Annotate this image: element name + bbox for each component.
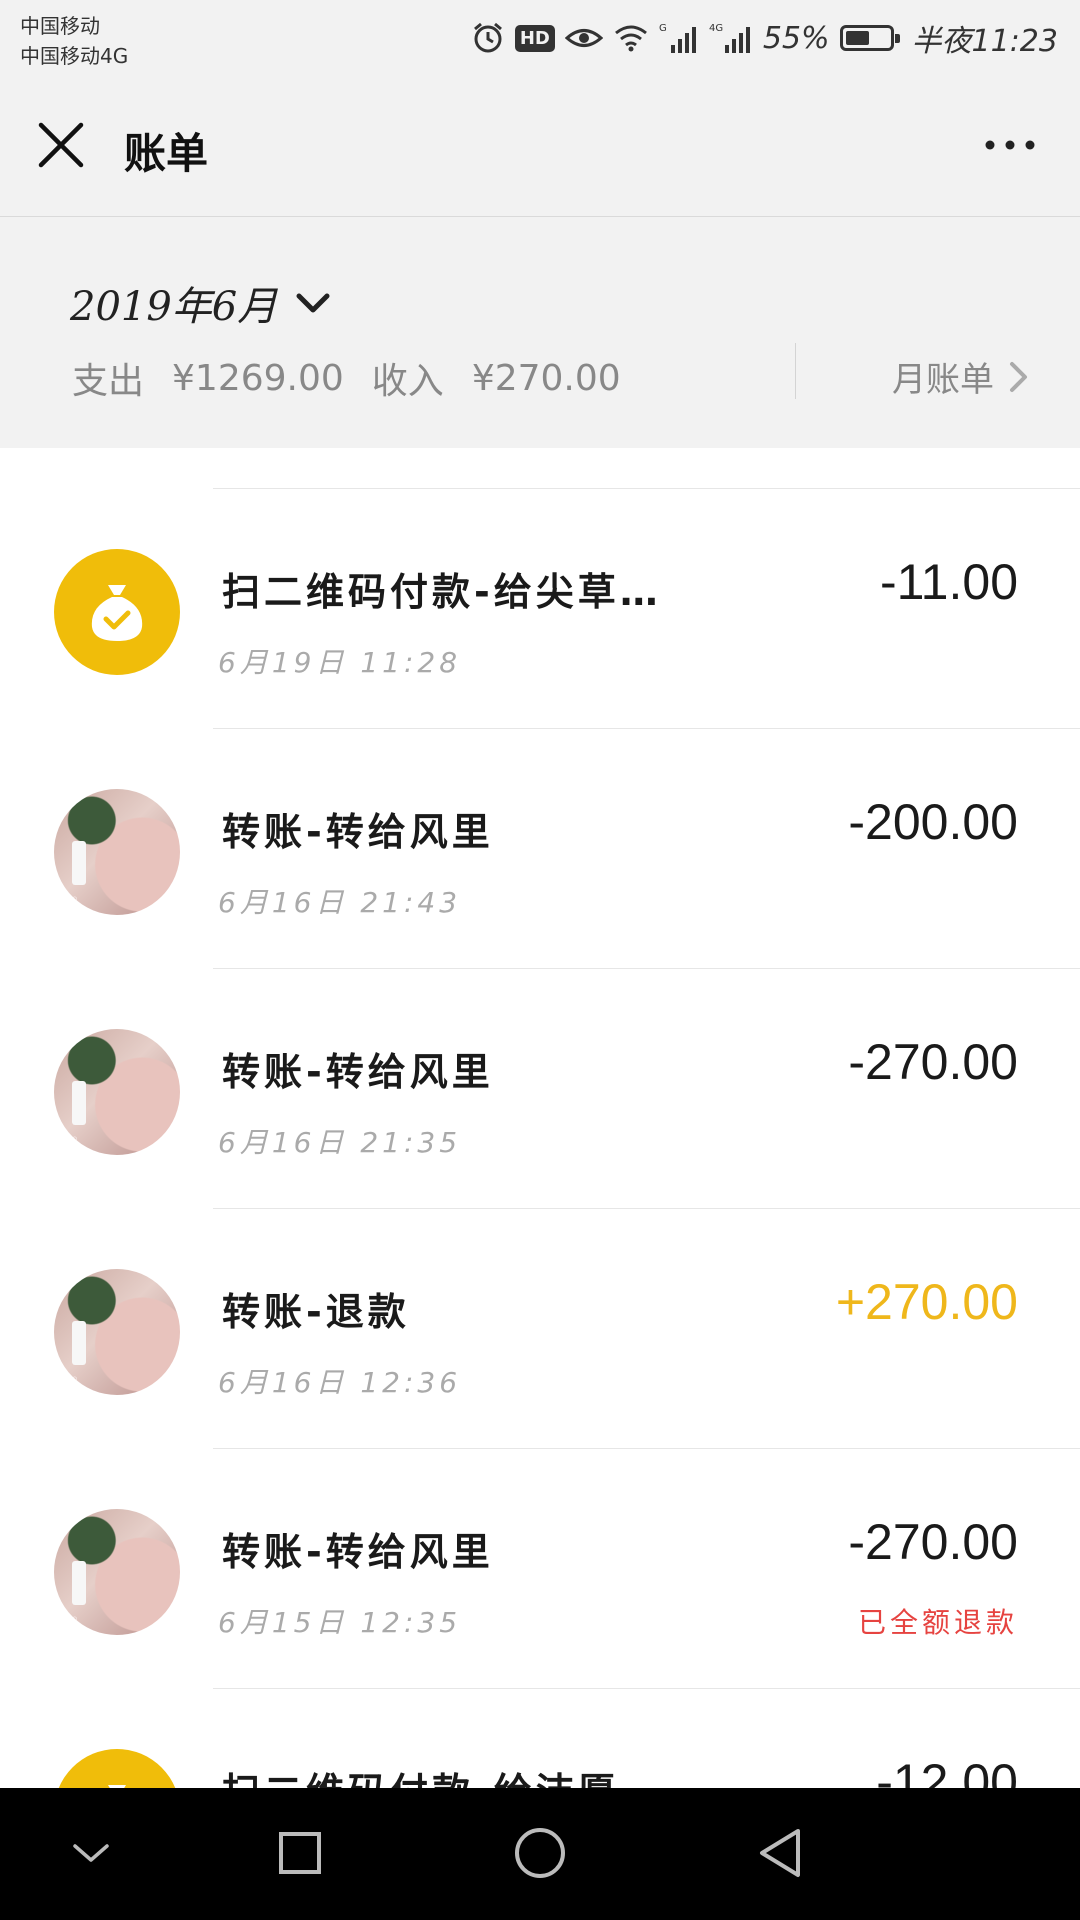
month-label: 2019年6月 <box>70 284 278 330</box>
wifi-icon <box>613 23 649 53</box>
chevron-down-icon <box>296 293 330 313</box>
transaction-time: 6月16日 12:36 <box>218 1366 462 1399</box>
more-button[interactable] <box>980 130 1040 160</box>
transaction-title: 转账-退款 <box>222 1290 410 1334</box>
transaction-title: 转账-转给风里 <box>222 1050 494 1094</box>
refund-status-note: 已全额退款 <box>857 1606 1018 1639</box>
transaction-amount: -11.00 <box>879 554 1018 610</box>
chevron-down-icon <box>73 1844 109 1862</box>
transaction-title: 转账-转给风里 <box>222 1530 494 1574</box>
transaction-title: 转账-转给风里 <box>222 810 494 854</box>
status-icons: HD G 4G 55% 半夜11:23 <box>471 16 1058 60</box>
income-label: 收入 <box>371 361 444 402</box>
transaction-row[interactable]: ◦ 转账-转给风里 6月16日 21:43 -200.00 <box>0 729 1080 969</box>
month-summary: 2019年6月 支出 ¥1269.00 收入 ¥270.00 月账单 <box>0 218 1080 448</box>
transaction-amount: +270.00 <box>835 1274 1018 1330</box>
transaction-list: 扫二维码付款-给尖草… 6月19日 11:28 -11.00 ◦ 转账-转给风里 6月16… <box>0 448 1080 1788</box>
carrier-primary: 中国移动 <box>20 14 100 38</box>
qr-payment-avatar <box>54 1749 180 1788</box>
transaction-amount: -200.00 <box>848 794 1018 850</box>
transaction-time: 6月16日 21:43 <box>218 886 462 919</box>
alarm-icon <box>471 21 505 55</box>
transaction-time: 6月15日 12:35 <box>218 1606 462 1639</box>
contact-avatar: ◦ <box>54 1269 180 1395</box>
triangle-back-icon <box>760 1829 800 1877</box>
transaction-time: 6月16日 21:35 <box>218 1126 462 1159</box>
contact-avatar: ◦ <box>54 789 180 915</box>
expense-label: 支出 <box>72 361 145 402</box>
clock: 半夜11:23 <box>911 24 1058 59</box>
summary-stats: 支出 ¥1269.00 收入 ¥270.00 <box>72 352 621 404</box>
page-title: 账单 <box>124 129 209 178</box>
transaction-row[interactable]: 扫二维码付款-给洁愿… -12.00 <box>0 1689 1080 1788</box>
money-bag-icon <box>91 585 143 641</box>
contact-avatar: ◦ <box>54 1509 180 1635</box>
transaction-title: 扫二维码付款-给洁愿… <box>222 1761 662 1788</box>
battery-percent: 55% <box>762 20 830 56</box>
close-icon <box>38 122 84 168</box>
transaction-row[interactable]: ◦ 转账-退款 6月16日 12:36 +270.00 <box>0 1209 1080 1449</box>
close-button[interactable] <box>36 120 86 170</box>
transaction-row[interactable]: ◦ 转账-转给风里 6月15日 12:35 -270.00 已全额退款 <box>0 1449 1080 1689</box>
transaction-time: 6月19日 11:28 <box>218 646 462 679</box>
square-icon <box>279 1832 321 1874</box>
month-bill-link[interactable]: 月账单 <box>892 352 1030 401</box>
contact-avatar: ◦ <box>54 1029 180 1155</box>
hd-icon: HD <box>514 24 555 52</box>
summary-divider <box>795 343 796 399</box>
battery-icon <box>839 25 900 51</box>
top-bar: 账单 <box>0 90 1080 217</box>
system-nav-bar <box>0 1788 1080 1920</box>
more-dots-icon <box>985 140 1035 150</box>
money-bag-icon <box>108 1785 126 1788</box>
transaction-amount: -270.00 <box>848 1034 1018 1090</box>
transaction-row[interactable]: ◦ 转账-转给风里 6月16日 21:35 -270.00 <box>0 969 1080 1209</box>
qr-payment-avatar <box>54 549 180 675</box>
expense-amount: ¥1269.00 <box>172 357 344 399</box>
eye-icon <box>564 23 603 53</box>
income-amount: ¥270.00 <box>471 357 621 399</box>
circle-icon <box>515 1828 565 1878</box>
transaction-title: 扫二维码付款-给尖草… <box>222 570 662 614</box>
nav-recent-button[interactable] <box>265 1818 335 1888</box>
nav-home-button[interactable] <box>505 1818 575 1888</box>
transaction-amount: -270.00 <box>848 1514 1018 1570</box>
month-selector[interactable]: 2019年6月 <box>70 274 331 332</box>
status-bar: 中国移动 中国移动4G HD G 4G 55% 半夜11:23 <box>0 0 1080 90</box>
carrier-secondary: 中国移动4G <box>20 44 129 68</box>
transaction-row[interactable]: 扫二维码付款-给尖草… 6月19日 11:28 -11.00 <box>0 489 1080 729</box>
svg-text:4G: 4G <box>709 23 723 34</box>
chevron-right-icon <box>1010 361 1027 392</box>
nav-hide-button[interactable] <box>56 1818 126 1888</box>
nav-back-button[interactable] <box>745 1818 815 1888</box>
signal-g-icon: G <box>659 21 699 55</box>
transaction-amount: -12.00 <box>876 1754 1018 1788</box>
month-bill-label: 月账单 <box>892 360 994 400</box>
svg-text:G: G <box>659 23 667 34</box>
signal-4g-icon: 4G <box>709 21 753 55</box>
